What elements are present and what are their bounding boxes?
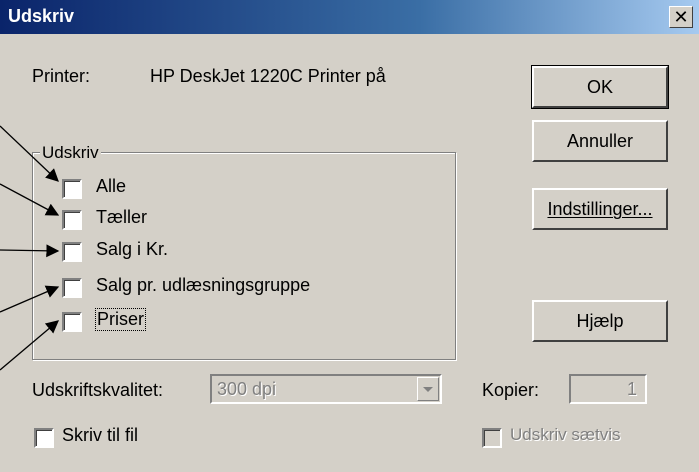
checkbox-priser-label[interactable]: Priser — [94, 308, 147, 331]
print-dialog: Udskriv ✕ Printer: HP DeskJet 1220C Prin… — [0, 0, 699, 472]
settings-button[interactable]: Indstillinger... — [532, 188, 668, 230]
checkbox-salg-kr[interactable] — [62, 242, 82, 262]
settings-button-label: Indstillinger... — [547, 198, 653, 219]
checkbox-salg-udlaesningsgruppe-label[interactable]: Salg pr. udlæsningsgruppe — [96, 275, 310, 296]
checkbox-taeller[interactable] — [62, 210, 82, 230]
quality-dropdown-button[interactable] — [417, 377, 439, 401]
quality-select-value: 300 dpi — [217, 379, 277, 399]
checkbox-priser[interactable] — [62, 312, 82, 332]
cancel-button[interactable]: Annuller — [532, 120, 668, 162]
checkbox-salg-udlaesningsgruppe[interactable] — [62, 278, 82, 298]
checkbox-taeller-label[interactable]: Tæller — [96, 207, 147, 228]
collate-checkbox[interactable] — [482, 428, 502, 448]
help-button-label: Hjælp — [576, 310, 624, 331]
print-to-file-label[interactable]: Skriv til fil — [62, 425, 138, 446]
title-bar[interactable]: Udskriv ✕ — [0, 0, 699, 34]
checkbox-salg-kr-label[interactable]: Salg i Kr. — [96, 239, 168, 260]
checkbox-alle-label[interactable]: Alle — [96, 176, 126, 197]
close-button[interactable]: ✕ — [669, 6, 693, 28]
print-to-file-checkbox[interactable] — [34, 428, 54, 448]
copies-label: Kopier: — [482, 380, 540, 400]
cancel-button-label: Annuller — [566, 130, 634, 151]
quality-select[interactable]: 300 dpi — [210, 374, 442, 404]
checkbox-alle[interactable] — [62, 179, 82, 199]
printer-name: HP DeskJet 1220C Printer på — [150, 66, 386, 86]
ok-button[interactable]: OK — [531, 65, 669, 109]
copies-value: 1 — [626, 379, 637, 399]
window-title: Udskriv — [8, 6, 75, 26]
close-icon: ✕ — [673, 7, 689, 27]
copies-input[interactable]: 1 — [569, 374, 647, 404]
chevron-down-icon — [423, 386, 433, 392]
help-button[interactable]: Hjælp — [532, 300, 668, 342]
printer-label: Printer: — [32, 66, 91, 86]
ok-button-label: OK — [586, 76, 613, 97]
print-options-legend: Udskriv — [40, 143, 101, 163]
quality-label: Udskriftskvalitet: — [32, 380, 164, 400]
collate-label: Udskriv sætvis — [510, 425, 621, 444]
